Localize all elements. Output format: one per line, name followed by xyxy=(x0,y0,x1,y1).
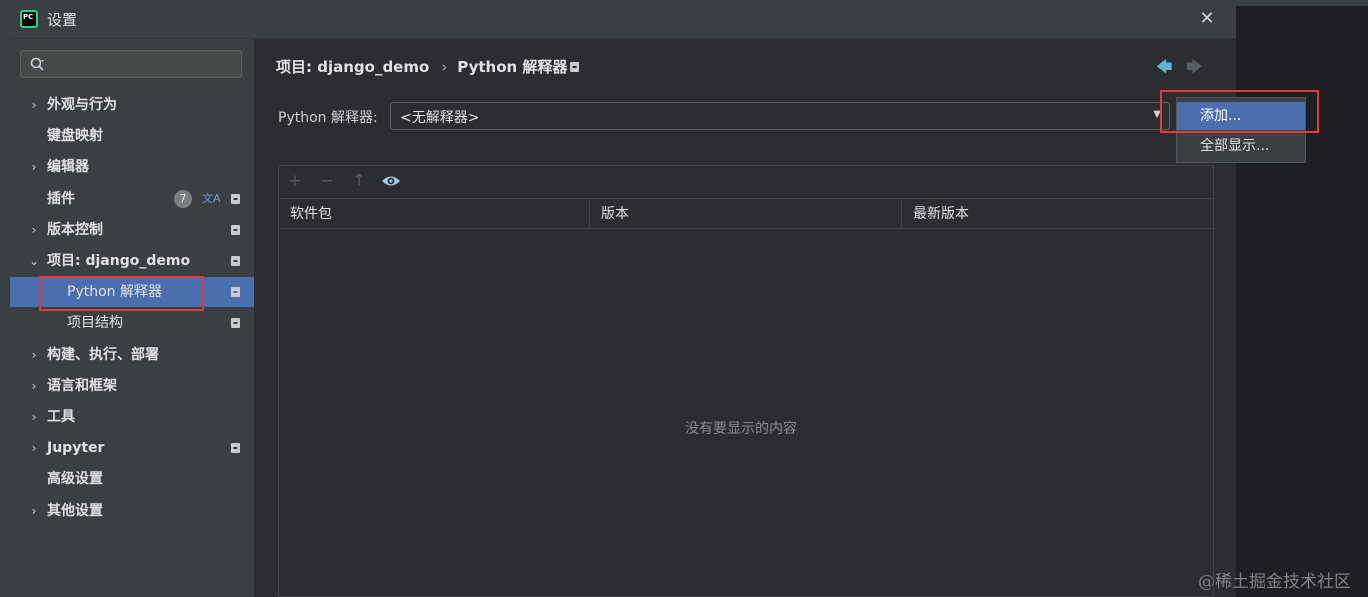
interpreter-label: Python 解释器: xyxy=(278,110,378,126)
pycharm-logo-icon: PC xyxy=(20,10,38,28)
sidebar-item[interactable]: › 版本控制 xyxy=(10,215,254,245)
sidebar-item-label: 构建、执行、部署 xyxy=(47,347,159,363)
sidebar-item[interactable]: 高级设置 xyxy=(10,464,254,494)
eye-icon xyxy=(382,176,400,186)
sidebar-item-label: 外观与行为 xyxy=(47,97,117,113)
sidebar-item-label: 其他设置 xyxy=(47,503,103,519)
project-scope-icon xyxy=(231,287,240,297)
search-icon xyxy=(30,57,44,71)
sidebar-item-label: 键盘映射 xyxy=(47,128,103,144)
settings-sidebar: › 外观与行为键盘映射 › 编辑器插件 7 文A › 版本控制 ⌄ 项目: django_demo… xyxy=(10,39,254,597)
sidebar-item-label: Jupyter xyxy=(47,440,105,456)
sidebar-item[interactable]: ⌄ 项目: django_demo xyxy=(10,246,254,276)
window-title: 设置 xyxy=(47,11,78,29)
sidebar-item[interactable]: › 其他设置 xyxy=(10,496,254,526)
project-scope-icon xyxy=(231,225,240,235)
sidebar-item[interactable]: › 编辑器 xyxy=(10,152,254,182)
watermark: @稀土掘金技术社区 xyxy=(1198,572,1351,592)
project-scope-icon xyxy=(231,443,240,453)
interpreter-select[interactable]: <无解释器> ▼ xyxy=(390,102,1170,130)
forward-arrow-icon[interactable]: 🡆 xyxy=(1186,56,1203,83)
empty-state-text: 没有要显示的内容 xyxy=(685,421,797,437)
chevron-right-icon[interactable]: › xyxy=(28,90,40,120)
remove-package-button[interactable]: − xyxy=(317,171,337,191)
sidebar-item-label: 插件 xyxy=(47,191,75,207)
sidebar-item[interactable]: › 外观与行为 xyxy=(10,90,254,120)
chevron-right-icon[interactable]: › xyxy=(28,152,40,182)
sidebar-item[interactable]: 插件 7 文A xyxy=(10,184,254,214)
red-highlight-add xyxy=(1160,90,1319,133)
menu-item-show-all[interactable]: 全部显示... xyxy=(1177,132,1305,160)
sidebar-item-label: 高级设置 xyxy=(47,471,103,487)
close-button[interactable]: ✕ xyxy=(1196,8,1218,30)
breadcrumb-parent[interactable]: 项目: django_demo xyxy=(276,58,429,76)
chevron-right-icon[interactable]: › xyxy=(28,215,40,245)
red-highlight-interpreter xyxy=(39,276,204,311)
show-versions-button[interactable] xyxy=(381,171,401,191)
project-scope-icon xyxy=(231,194,240,204)
back-arrow-icon[interactable]: 🡄 xyxy=(1156,56,1173,83)
breadcrumb: 项目: django_demo › Python 解释器 xyxy=(276,56,567,77)
project-scope-icon xyxy=(231,318,240,328)
settings-search-input[interactable] xyxy=(20,50,242,78)
project-scope-icon xyxy=(570,62,579,72)
sidebar-item-label: 工具 xyxy=(47,409,75,425)
column-version[interactable]: 版本 xyxy=(590,199,902,229)
sidebar-item[interactable]: › 工具 xyxy=(10,402,254,432)
chevron-right-icon[interactable]: › xyxy=(28,402,40,432)
title-bar: PC 设置 ✕ xyxy=(10,0,1236,39)
sidebar-item[interactable]: › 构建、执行、部署 xyxy=(10,340,254,370)
chevron-right-icon[interactable]: › xyxy=(28,433,40,463)
sidebar-item[interactable]: › 语言和框架 xyxy=(10,371,254,401)
chevron-right-icon[interactable]: › xyxy=(28,371,40,401)
sidebar-item-label: 编辑器 xyxy=(47,159,89,175)
background-strip xyxy=(1236,0,1368,6)
interpreter-value: <无解释器> xyxy=(400,110,480,126)
background-window-left xyxy=(0,0,10,597)
chevron-down-icon[interactable]: ⌄ xyxy=(28,246,40,276)
breadcrumb-current: Python 解释器 xyxy=(457,58,568,76)
packages-panel: + − ↑ 软件包 版本 最新版本 没有要显示的内容 xyxy=(278,165,1214,597)
upgrade-package-button[interactable]: ↑ xyxy=(349,171,369,191)
translate-icon: 文A xyxy=(202,192,221,205)
sidebar-item[interactable]: › Jupyter xyxy=(10,433,254,463)
chevron-right-icon[interactable]: › xyxy=(28,496,40,526)
sidebar-item[interactable]: 项目结构 xyxy=(10,308,254,338)
add-package-button[interactable]: + xyxy=(285,171,305,191)
project-scope-icon xyxy=(231,256,240,266)
sidebar-item-label: 版本控制 xyxy=(47,222,103,238)
sidebar-item-label: 项目: django_demo xyxy=(47,253,191,269)
sidebar-item-label: 项目结构 xyxy=(67,315,123,331)
packages-toolbar: + − ↑ xyxy=(279,166,1213,199)
chevron-right-icon[interactable]: › xyxy=(28,340,40,370)
column-package[interactable]: 软件包 xyxy=(279,199,590,229)
updates-count-badge: 7 xyxy=(174,190,192,208)
sidebar-item[interactable]: 键盘映射 xyxy=(10,121,254,151)
column-latest-version[interactable]: 最新版本 xyxy=(902,199,1213,229)
breadcrumb-separator: › xyxy=(441,58,448,76)
sidebar-item-label: 语言和框架 xyxy=(47,378,117,394)
